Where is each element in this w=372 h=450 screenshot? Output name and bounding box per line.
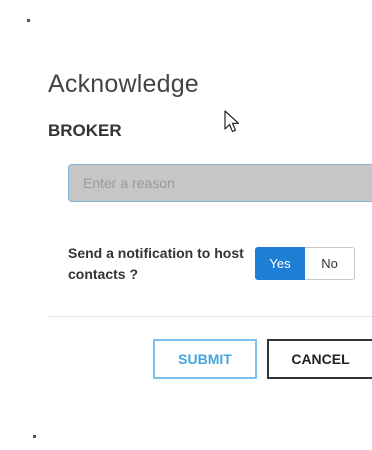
dialog-title: Acknowledge <box>48 70 199 98</box>
notification-label: Send a notification to host contacts ? <box>68 245 244 282</box>
mouse-pointer-icon <box>224 110 240 133</box>
screen: Acknowledge BROKER Send a notification t… <box>0 0 372 450</box>
corner-mark-bottom <box>33 435 36 438</box>
notification-toggle: Yes No <box>255 247 355 280</box>
notification-no-button[interactable]: No <box>305 247 355 280</box>
submit-button[interactable]: SUBMIT <box>153 339 257 379</box>
dialog-subtitle: BROKER <box>48 121 122 140</box>
corner-mark-top <box>27 19 30 22</box>
notification-yes-button[interactable]: Yes <box>255 247 305 280</box>
acknowledge-dialog: Acknowledge BROKER Send a notification t… <box>48 60 372 390</box>
reason-input[interactable] <box>68 164 372 202</box>
cancel-button[interactable]: CANCEL <box>267 339 372 379</box>
footer-divider <box>48 316 372 317</box>
